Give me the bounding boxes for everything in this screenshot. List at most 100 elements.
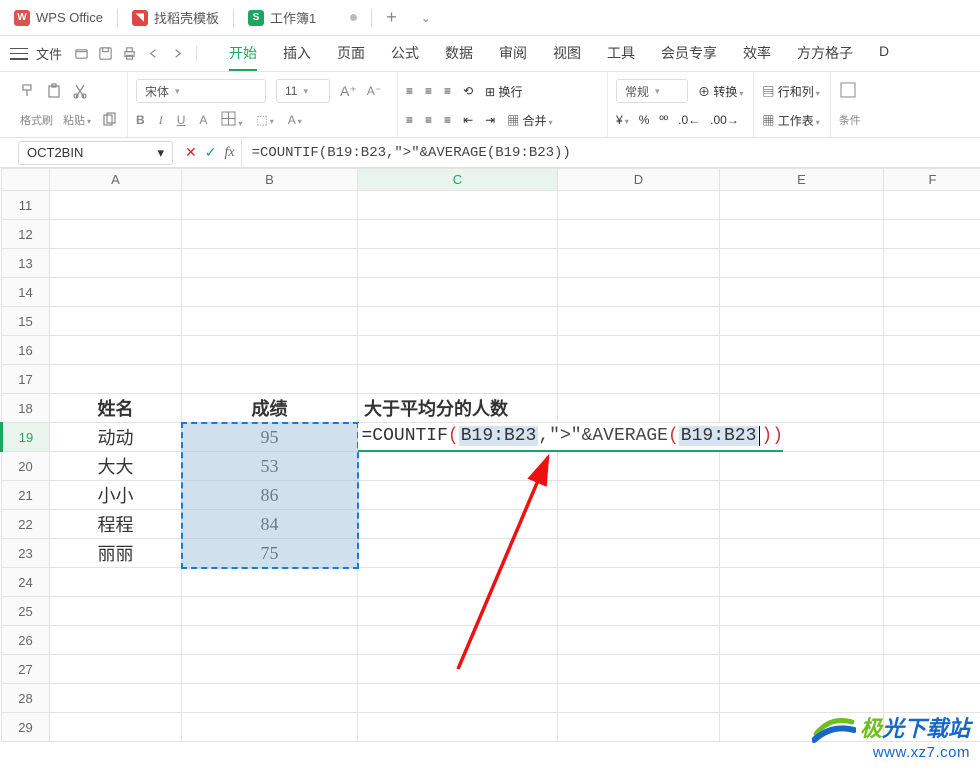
bold-button[interactable]: B bbox=[136, 113, 145, 127]
cell-B11[interactable] bbox=[182, 191, 358, 220]
cell-F16[interactable] bbox=[884, 336, 980, 365]
cell-D18[interactable] bbox=[558, 394, 720, 423]
menu-icon[interactable] bbox=[10, 47, 28, 61]
cell-E24[interactable] bbox=[720, 568, 884, 597]
cell-C18[interactable]: 大于平均分的人数 bbox=[358, 394, 558, 423]
row-header[interactable]: 14 bbox=[2, 278, 50, 307]
cell-B25[interactable] bbox=[182, 597, 358, 626]
cell-F19[interactable] bbox=[884, 423, 980, 452]
cell-C22[interactable] bbox=[358, 510, 558, 539]
cell-F25[interactable] bbox=[884, 597, 980, 626]
paste-button[interactable] bbox=[46, 79, 62, 103]
cell-D22[interactable] bbox=[558, 510, 720, 539]
fx-icon[interactable]: fx bbox=[224, 145, 234, 161]
cell-D15[interactable] bbox=[558, 307, 720, 336]
row-header[interactable]: 23 bbox=[2, 539, 50, 568]
cell-F24[interactable] bbox=[884, 568, 980, 597]
row-header[interactable]: 20 bbox=[2, 452, 50, 481]
align-left-icon[interactable]: ≡ bbox=[406, 113, 413, 127]
save-button[interactable] bbox=[94, 43, 116, 65]
cell-D11[interactable] bbox=[558, 191, 720, 220]
comma-icon[interactable]: ºº bbox=[659, 113, 668, 127]
cell-A11[interactable] bbox=[50, 191, 182, 220]
row-header[interactable]: 19 bbox=[2, 423, 50, 452]
redo-button[interactable] bbox=[166, 43, 188, 65]
strike-button[interactable]: A bbox=[199, 113, 207, 127]
tab-fanggezi[interactable]: 方方格子 bbox=[797, 37, 853, 71]
tab-home[interactable]: 开始 bbox=[229, 37, 257, 71]
indent-increase-icon[interactable]: ⇥ bbox=[485, 113, 495, 127]
open-button[interactable] bbox=[70, 43, 92, 65]
wrap-text-button[interactable]: ⊞ 换行 bbox=[485, 83, 522, 100]
font-size-combo[interactable]: 11▾ bbox=[276, 79, 330, 103]
cell-D27[interactable] bbox=[558, 655, 720, 684]
cell-C20[interactable] bbox=[358, 452, 558, 481]
cell-E16[interactable] bbox=[720, 336, 884, 365]
copy-button[interactable] bbox=[101, 108, 117, 132]
cell-A14[interactable] bbox=[50, 278, 182, 307]
cell-A20[interactable]: 大大 bbox=[50, 452, 182, 481]
cell-F22[interactable] bbox=[884, 510, 980, 539]
tab-view[interactable]: 视图 bbox=[553, 37, 581, 71]
row-header[interactable]: 27 bbox=[2, 655, 50, 684]
percent-icon[interactable]: % bbox=[639, 113, 650, 127]
cell-C29[interactable] bbox=[358, 713, 558, 742]
cell-E27[interactable] bbox=[720, 655, 884, 684]
convert-button[interactable]: ⊕ 转换▾ bbox=[698, 83, 743, 100]
col-header-C[interactable]: C bbox=[358, 169, 558, 191]
cell-E21[interactable] bbox=[720, 481, 884, 510]
cell-A18[interactable]: 姓名 bbox=[50, 394, 182, 423]
cell-C25[interactable] bbox=[358, 597, 558, 626]
tab-insert[interactable]: 插入 bbox=[283, 37, 311, 71]
cell-D14[interactable] bbox=[558, 278, 720, 307]
formula-cancel-button[interactable]: ✕ bbox=[185, 144, 197, 161]
cell-C27[interactable] bbox=[358, 655, 558, 684]
tab-overflow-button[interactable]: ⌄ bbox=[411, 11, 441, 25]
cell-F11[interactable] bbox=[884, 191, 980, 220]
paste-label[interactable]: 粘贴▾ bbox=[63, 112, 91, 128]
cell-E18[interactable] bbox=[720, 394, 884, 423]
cell-C13[interactable] bbox=[358, 249, 558, 278]
cell-F28[interactable] bbox=[884, 684, 980, 713]
file-menu[interactable]: 文件 bbox=[36, 44, 62, 63]
orientation-icon[interactable]: ⟲ bbox=[463, 84, 473, 98]
cell-F12[interactable] bbox=[884, 220, 980, 249]
cell-F23[interactable] bbox=[884, 539, 980, 568]
row-header[interactable]: 24 bbox=[2, 568, 50, 597]
cell-A19[interactable]: 动动 bbox=[50, 423, 182, 452]
tab-member[interactable]: 会员专享 bbox=[661, 37, 717, 71]
cell-A16[interactable] bbox=[50, 336, 182, 365]
active-cell-formula[interactable]: =COUNTIF(B19:B23,">"&AVERAGE(B19:B23)) bbox=[358, 423, 784, 452]
col-header-F[interactable]: F bbox=[884, 169, 980, 191]
row-header[interactable]: 22 bbox=[2, 510, 50, 539]
row-header[interactable]: 25 bbox=[2, 597, 50, 626]
cell-C16[interactable] bbox=[358, 336, 558, 365]
tab-data[interactable]: 数据 bbox=[445, 37, 473, 71]
cell-B19[interactable]: 95 bbox=[182, 423, 358, 452]
undo-button[interactable] bbox=[142, 43, 164, 65]
cell-D24[interactable] bbox=[558, 568, 720, 597]
cell-A22[interactable]: 程程 bbox=[50, 510, 182, 539]
col-header-D[interactable]: D bbox=[558, 169, 720, 191]
cell-F27[interactable] bbox=[884, 655, 980, 684]
cell-B27[interactable] bbox=[182, 655, 358, 684]
increase-font-icon[interactable]: A⁺ bbox=[340, 83, 357, 100]
cell-A23[interactable]: 丽丽 bbox=[50, 539, 182, 568]
cell-A21[interactable]: 小小 bbox=[50, 481, 182, 510]
cell-F13[interactable] bbox=[884, 249, 980, 278]
row-header[interactable]: 18 bbox=[2, 394, 50, 423]
cell-F14[interactable] bbox=[884, 278, 980, 307]
align-right-icon[interactable]: ≡ bbox=[444, 113, 451, 127]
col-header-A[interactable]: A bbox=[50, 169, 182, 191]
cell-B24[interactable] bbox=[182, 568, 358, 597]
cell-F17[interactable] bbox=[884, 365, 980, 394]
row-header[interactable]: 21 bbox=[2, 481, 50, 510]
underline-button[interactable]: U bbox=[177, 113, 186, 127]
cell-A29[interactable] bbox=[50, 713, 182, 742]
cell-F21[interactable] bbox=[884, 481, 980, 510]
cell-E15[interactable] bbox=[720, 307, 884, 336]
cell-D16[interactable] bbox=[558, 336, 720, 365]
cell-D21[interactable] bbox=[558, 481, 720, 510]
cell-E13[interactable] bbox=[720, 249, 884, 278]
indent-decrease-icon[interactable]: ⇤ bbox=[463, 113, 473, 127]
